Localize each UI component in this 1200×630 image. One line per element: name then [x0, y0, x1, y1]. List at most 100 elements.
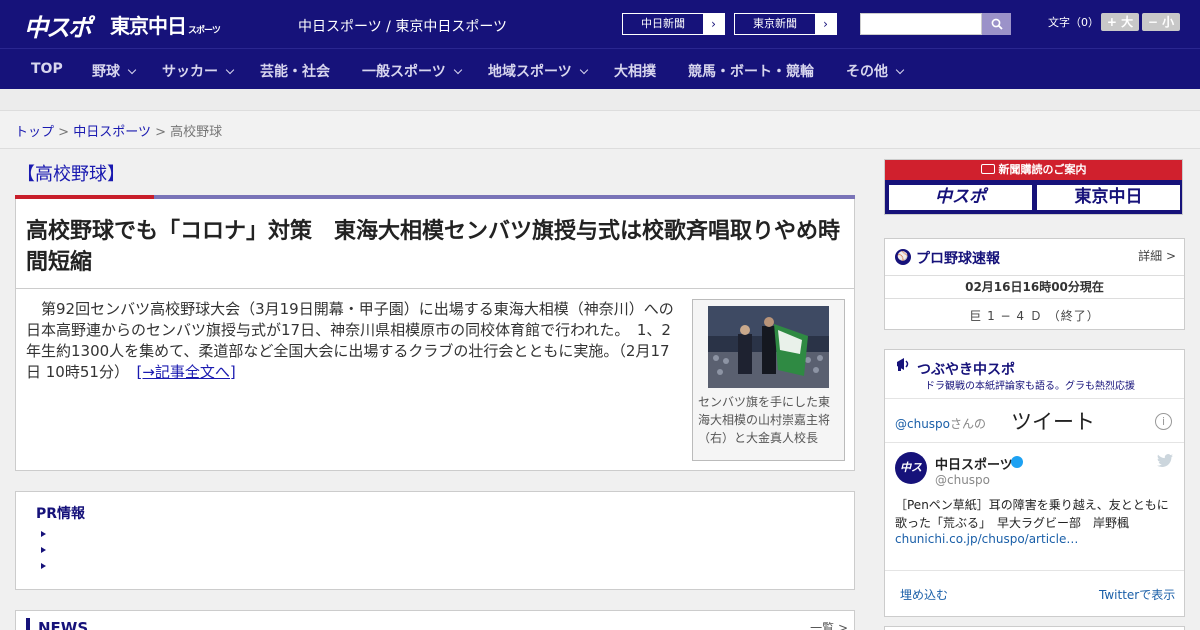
chunichi-shimbun-label: 中日新聞: [641, 17, 685, 30]
section-title: 【高校野球】: [17, 164, 125, 185]
tweet-account-name[interactable]: 中日スポーツ: [935, 454, 1013, 473]
chunichi-shimbun-link[interactable]: 中日新聞 ›: [622, 13, 725, 35]
nav-item-label: TOP: [31, 61, 63, 77]
site-names: 中日スポーツ / 東京中日スポーツ: [298, 19, 508, 35]
twitter-widget-subtitle: ドラ観戦の本紙評論家も語る。グラも熱烈応援: [925, 381, 1135, 392]
breadcrumb-bar: トップ > 中日スポーツ > 高校野球: [0, 111, 1200, 149]
chuspo-logo[interactable]: 中スポ: [24, 8, 92, 43]
article-photo-box: センバツ旗を手にした東海大相模の山村崇嘉主将（右）と大金真人校長: [692, 299, 845, 461]
nav-item-racing[interactable]: 競馬・ボート・競輪: [688, 61, 814, 81]
news-list-link[interactable]: 一覧 >: [810, 619, 848, 630]
tweets-handle: @chuspo: [895, 417, 951, 431]
nav-item-label: 野球: [92, 64, 120, 80]
tweets-by-handle[interactable]: @chuspoさんの: [895, 415, 986, 432]
chevron-down-icon: [895, 65, 905, 75]
info-icon[interactable]: i: [1155, 413, 1172, 430]
tokyo-chunichi-logo-small: スポーツ: [188, 26, 221, 36]
avatar[interactable]: 中スポ: [895, 452, 927, 506]
article-top-accent: [15, 195, 154, 199]
chevron-down-icon: [225, 65, 235, 75]
font-increase-button[interactable]: + 大: [1101, 13, 1139, 31]
chevron-right-icon: ›: [703, 14, 724, 34]
tokyo-shimbun-label: 東京新聞: [753, 17, 797, 30]
tokyo-chunichi-logo[interactable]: 東京中日 スポーツ: [110, 10, 221, 39]
article-card: 高校野球でも「コロナ」対策 東海大相模センバツ旗授与式は校歌斉唱取りやめ時間短縮…: [15, 195, 855, 471]
top-header: 中スポ 東京中日 スポーツ 中日スポーツ / 東京中日スポーツ 中日新聞 › 東京…: [0, 0, 1200, 48]
pr-section: PR情報: [15, 491, 855, 590]
verified-icon: [1011, 456, 1023, 468]
divider: [885, 570, 1184, 571]
read-full-article-link[interactable]: [→記事全文へ]: [136, 363, 235, 381]
chevron-down-icon: [127, 65, 137, 75]
breadcrumb-chunichi-link[interactable]: 中日スポーツ: [73, 125, 151, 140]
baseball-score[interactable]: 巨 1 − 4 Ｄ （終了）: [885, 307, 1184, 324]
newspaper-icon: [980, 164, 995, 174]
divider: [885, 398, 1184, 399]
tweet-account-handle[interactable]: @chuspo: [935, 473, 990, 487]
twitter-widget-title: つぶやき中スポ: [917, 362, 1015, 378]
baseball-header: ⚾ プロ野球速報 詳細 >: [885, 239, 1184, 275]
article-photo[interactable]: [708, 306, 829, 388]
nav-item-sumo[interactable]: 大相撲: [614, 61, 656, 81]
view-on-twitter-link[interactable]: Twitterで表示: [1099, 586, 1175, 603]
main-nav: TOP 野球 サッカー 芸能・社会 一般スポーツ 地域スポーツ 大相撲 競馬・ボ…: [0, 48, 1200, 89]
subscription-logos: 中スポ 東京中日: [885, 180, 1182, 214]
nav-item-other[interactable]: その他: [846, 61, 905, 81]
nav-item-label: 一般スポーツ: [362, 64, 446, 80]
tweet-text: ［Penペン草紙］耳の障害を乗り越え、友とともに歌った「荒ぶる」 早大ラグビー部…: [895, 498, 1169, 530]
article-lead-text: 第92回センバツ高校野球大会（3月19日開幕・甲子園）に出場する東海大相模（神奈…: [26, 300, 674, 381]
bullet-arrow-icon: [41, 531, 46, 537]
chuspo-subscribe-logo[interactable]: 中スポ: [888, 184, 1033, 211]
nav-item-label: 大相撲: [614, 64, 656, 80]
nav-item-entertainment[interactable]: 芸能・社会: [260, 61, 330, 81]
nav-item-label: 芸能・社会: [260, 64, 330, 80]
nav-item-baseball[interactable]: 野球: [92, 61, 137, 81]
article-headline: 高校野球でも「コロナ」対策 東海大相模センバツ旗授与式は校歌斉唱取りやめ時間短縮: [26, 219, 841, 275]
pr-title: PR情報: [36, 506, 86, 522]
subscription-header: 新聞購読のご案内: [885, 160, 1182, 180]
tokyo-chunichi-subscribe-logo[interactable]: 東京中日: [1036, 184, 1181, 211]
article-lead: 第92回センバツ高校野球大会（3月19日開幕・甲子園）に出場する東海大相模（神奈…: [26, 299, 681, 383]
tweets-handle-suffix: さんの: [950, 417, 987, 431]
tokyo-chunichi-logo-text: 東京中日: [110, 14, 187, 38]
embed-link[interactable]: 埋め込む: [900, 586, 948, 603]
nav-item-top[interactable]: TOP: [31, 61, 63, 77]
nav-item-local-sports[interactable]: 地域スポーツ: [488, 61, 588, 81]
news-title: NEWS: [26, 618, 88, 630]
nav-item-soccer[interactable]: サッカー: [162, 61, 235, 81]
article-photo-caption: センバツ旗を手にした東海大相模の山村崇嘉主将（右）と大金真人校長: [698, 395, 831, 445]
twitter-bird-icon[interactable]: [1157, 454, 1173, 468]
search-button[interactable]: [982, 13, 1011, 35]
article-top-border: [15, 195, 855, 199]
bullet-arrow-icon: [41, 563, 46, 569]
article-photo-image: [708, 306, 829, 388]
nav-item-label: サッカー: [162, 64, 218, 80]
baseball-detail-link[interactable]: 詳細 >: [1138, 247, 1176, 264]
breadcrumb-top-link[interactable]: トップ: [15, 125, 54, 140]
font-size-label: 文字（0）: [1048, 16, 1099, 29]
nav-item-label: 地域スポーツ: [488, 64, 572, 80]
subscription-banner[interactable]: 新聞購読のご案内 中スポ 東京中日: [884, 159, 1183, 215]
nav-item-general-sports[interactable]: 一般スポーツ: [362, 61, 462, 81]
news-section: NEWS 一覧 >: [15, 610, 855, 630]
divider: [885, 442, 1184, 443]
breadcrumb-separator: >: [155, 125, 166, 140]
tweets-heading: ツイート: [1011, 410, 1095, 434]
twitter-widget: つぶやき中スポ ドラ観戦の本紙評論家も語る。グラも熱烈応援 @chuspoさんの…: [884, 349, 1185, 617]
ad-strip: [0, 89, 1200, 111]
font-decrease-button[interactable]: − 小: [1142, 13, 1180, 31]
right-column-next-box: [884, 626, 1185, 630]
tweet-link[interactable]: chunichi.co.jp/chuspo/article…: [895, 532, 1078, 546]
chevron-down-icon: [579, 65, 588, 75]
search-input[interactable]: [860, 13, 982, 35]
chevron-down-icon: [453, 65, 462, 75]
nav-item-label: その他: [846, 64, 888, 80]
search-icon: [991, 18, 1003, 30]
breadcrumb: トップ > 中日スポーツ > 高校野球: [15, 121, 222, 140]
pro-baseball-widget: ⚾ プロ野球速報 詳細 > 02月16日16時00分現在 巨 1 − 4 Ｄ （…: [884, 238, 1185, 330]
bullet-arrow-icon: [41, 547, 46, 553]
subscription-header-text: 新聞購読のご案内: [998, 163, 1087, 176]
tokyo-shimbun-link[interactable]: 東京新聞 ›: [734, 13, 837, 35]
breadcrumb-current: 高校野球: [170, 125, 223, 140]
article-divider: [16, 288, 854, 289]
